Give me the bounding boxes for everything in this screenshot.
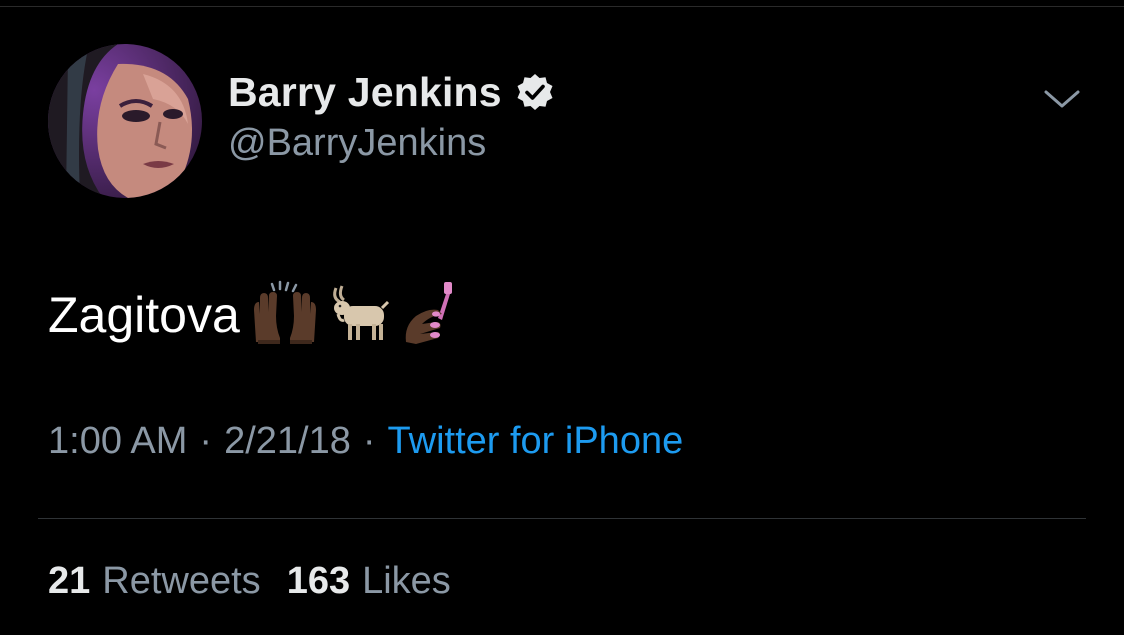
- tweet-meta: 1:00 AM · 2/21/18 · Twitter for iPhone: [48, 420, 683, 463]
- chevron-down-icon[interactable]: [1042, 84, 1082, 114]
- tweet-text: Zagitova: [48, 280, 464, 351]
- stats-divider: [38, 518, 1086, 519]
- tweet-source-link[interactable]: Twitter for iPhone: [388, 420, 684, 463]
- user-handle[interactable]: @BarryJenkins: [228, 122, 486, 165]
- tweet-time: 1:00 AM: [48, 420, 188, 462]
- goat-icon: [330, 280, 392, 351]
- meta-separator: ·: [199, 420, 213, 462]
- display-name-row: Barry Jenkins: [228, 66, 554, 118]
- verified-badge-icon: [516, 73, 554, 111]
- nail-polish-icon: [402, 280, 464, 351]
- likes-stat[interactable]: 163 Likes: [287, 560, 451, 603]
- retweets-label: Retweets: [102, 560, 261, 602]
- likes-label: Likes: [362, 560, 451, 602]
- avatar[interactable]: [48, 44, 202, 198]
- retweets-stat[interactable]: 21 Retweets: [48, 560, 261, 603]
- tweet-card: Barry Jenkins @BarryJenkins Zagitova 1:0…: [0, 0, 1124, 635]
- tweet-stats: 21 Retweets 163 Likes: [48, 560, 451, 603]
- retweets-count: 21: [48, 560, 91, 602]
- tweet-body: Zagitova: [48, 287, 240, 343]
- display-name[interactable]: Barry Jenkins: [228, 69, 502, 116]
- meta-separator-2: ·: [362, 420, 376, 462]
- raising-hands-icon: [250, 280, 320, 351]
- top-divider: [0, 6, 1124, 7]
- likes-count: 163: [286, 560, 351, 602]
- tweet-date[interactable]: 2/21/18: [224, 420, 351, 463]
